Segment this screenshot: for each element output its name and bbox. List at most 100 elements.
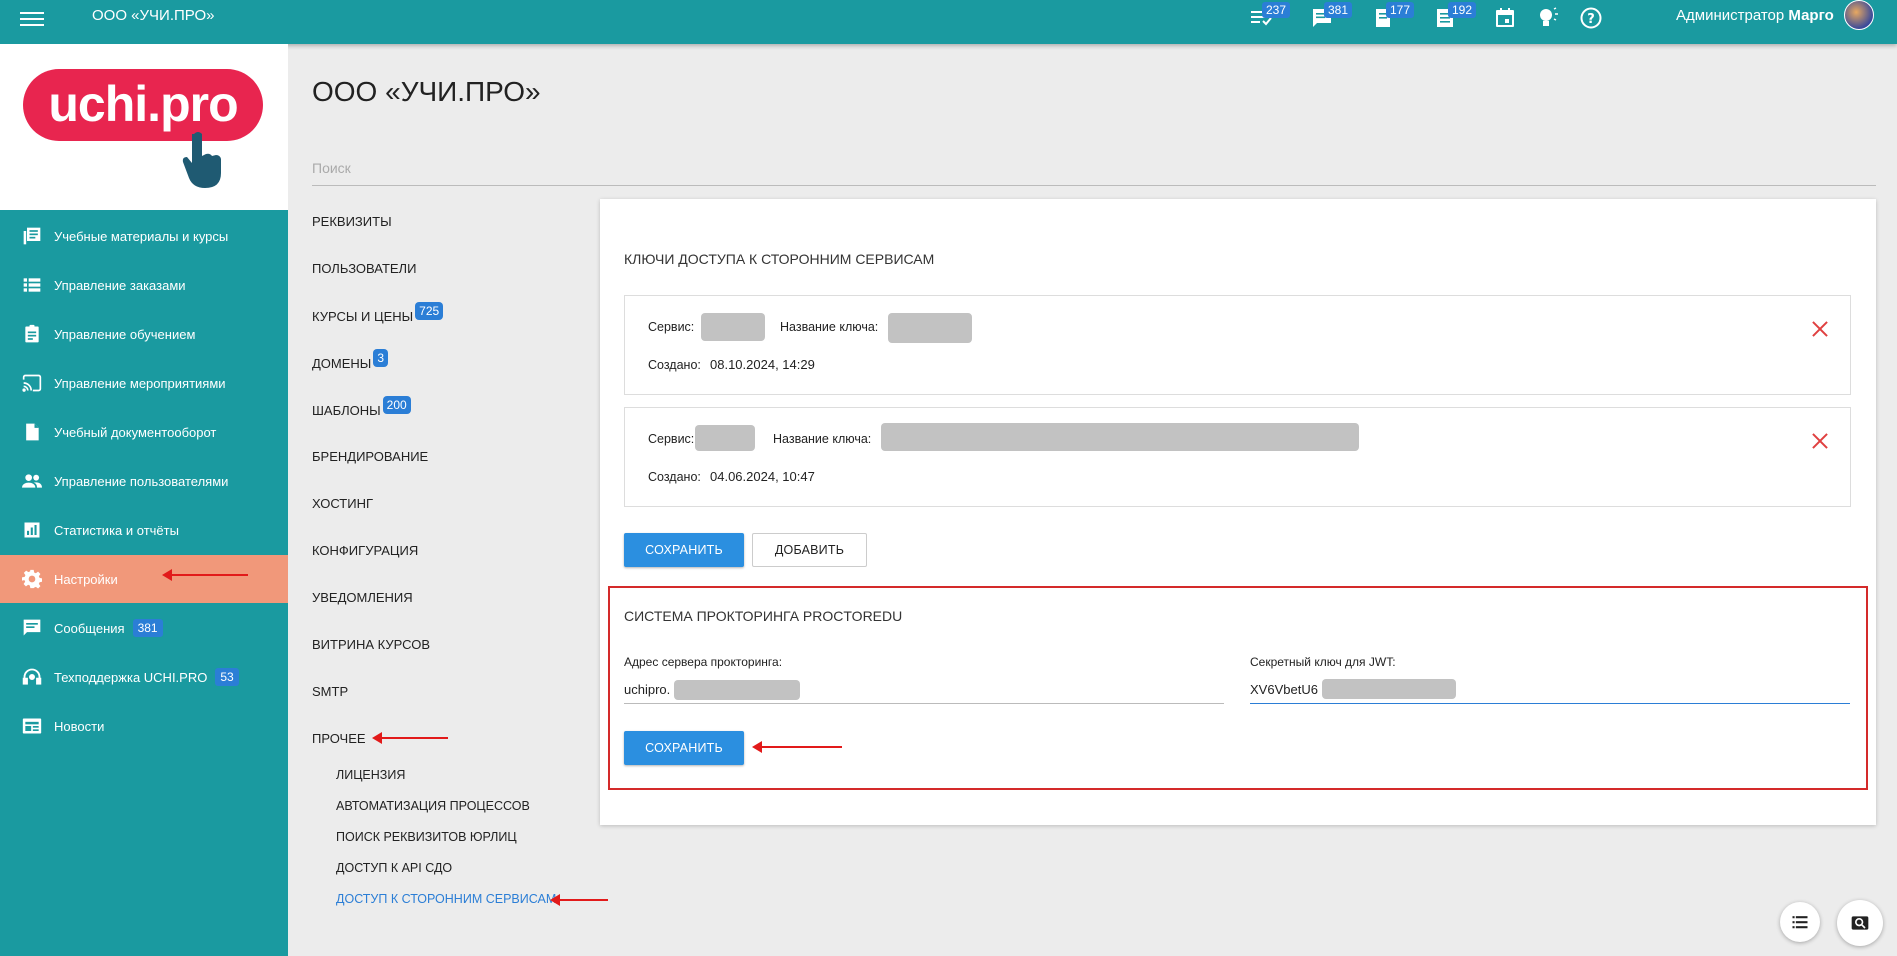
sidebar-item-label: Управление пользователями	[54, 473, 229, 489]
redacted-key-name	[888, 313, 972, 343]
sidebar-item-events[interactable]: Управление мероприятиями	[0, 359, 288, 407]
tasks-badge: 237	[1262, 2, 1291, 18]
settings-submenu-company-search[interactable]: ПОИСК РЕКВИЗИТОВ ЮРЛИЦ	[336, 830, 517, 844]
sidebar-item-settings[interactable]: Настройки	[0, 555, 288, 603]
list-icon	[21, 274, 43, 296]
proctoring-section: СИСТЕМА ПРОКТОРИНГА PROCTOREDU Адрес сер…	[608, 586, 1868, 790]
jwt-secret-field[interactable]: XV6VbetU6	[1250, 678, 1850, 704]
page-title: ООО «УЧИ.ПРО»	[312, 76, 541, 107]
settings-menu-item-courses[interactable]: КУРСЫ И ЦЕНЫ 725	[312, 302, 444, 326]
sidebar-item-orders[interactable]: Управление заказами	[0, 261, 288, 309]
submenu-label: ДОСТУП К СТОРОННИМ СЕРВИСАМ	[336, 892, 557, 906]
sidebar-item-label: Управление обучением	[54, 326, 196, 342]
submenu-label: ПОИСК РЕКВИЗИТОВ ЮРЛИЦ	[336, 830, 517, 844]
settings-menu-item-branding[interactable]: БРЕНДИРОВАНИЕ	[312, 449, 428, 464]
menu-label: ПОЛЬЗОВАТЕЛИ	[312, 261, 417, 276]
delete-icon[interactable]	[1811, 432, 1829, 450]
pointer-hand-icon	[182, 132, 221, 188]
annotation-arrow	[162, 569, 248, 581]
people-icon	[21, 470, 43, 492]
settings-menu-item-domains[interactable]: ДОМЕНЫ 3	[312, 349, 388, 373]
sidebar-item-label: Новости	[54, 718, 105, 734]
search-icon	[1851, 916, 1869, 930]
settings-menu-item-hosting[interactable]: ХОСТИНГ	[312, 496, 373, 511]
search-field[interactable]	[312, 160, 1876, 186]
delete-icon[interactable]	[1811, 320, 1829, 338]
settings-menu-item-templates[interactable]: ШАБЛОНЫ 200	[312, 396, 411, 420]
settings-menu-item-notifications[interactable]: УВЕДОМЛЕНИЯ	[312, 590, 413, 605]
settings-submenu-api-access[interactable]: ДОСТУП К API СДО	[336, 861, 452, 875]
app-title: ООО «УЧИ.ПРО»	[92, 7, 215, 24]
settings-menu-item-smtp[interactable]: SMTP	[312, 684, 348, 699]
search-input[interactable]	[312, 160, 1876, 176]
settings-submenu-license[interactable]: ЛИЦЕНЗИЯ	[336, 768, 405, 782]
calendar-icon[interactable]	[1493, 6, 1517, 32]
sidebar-item-news[interactable]: Новости	[0, 702, 288, 750]
search-button[interactable]	[1837, 900, 1883, 946]
avatar[interactable]	[1844, 0, 1874, 30]
list-icon[interactable]: 192	[1434, 2, 1477, 32]
user-label[interactable]: Администратор Марго	[1676, 7, 1834, 24]
submenu-label: АВТОМАТИЗАЦИЯ ПРОЦЕССОВ	[336, 799, 530, 813]
logo-area[interactable]: uchi.pro	[0, 44, 288, 210]
menu-label: РЕКВИЗИТЫ	[312, 214, 392, 229]
user-name: Марго	[1788, 7, 1834, 24]
menu-label: УВЕДОМЛЕНИЯ	[312, 590, 413, 605]
settings-panel: КЛЮЧИ ДОСТУПА К СТОРОННИМ СЕРВИСАМ Серви…	[600, 199, 1876, 825]
menu-label: SMTP	[312, 684, 349, 699]
submenu-label: ДОСТУП К API СДО	[336, 861, 453, 875]
menu-label: БРЕНДИРОВАНИЕ	[312, 449, 429, 464]
save-keys-button[interactable]: СОХРАНИТЬ	[624, 533, 744, 567]
help-icon[interactable]: ?	[1579, 6, 1603, 32]
key-name-label: Название ключа:	[773, 432, 872, 446]
sidebar-item-documents[interactable]: Учебный документооборот	[0, 408, 288, 456]
save-proctoring-button[interactable]: СОХРАНИТЬ	[624, 731, 744, 765]
settings-menu-item-showcase[interactable]: ВИТРИНА КУРСОВ	[312, 637, 430, 652]
settings-menu-item-requisites[interactable]: РЕКВИЗИТЫ	[312, 214, 392, 229]
server-address-field[interactable]: uchipro.	[624, 678, 1224, 704]
sidebar-item-support[interactable]: Техподдержка UCHI.PRO 53	[0, 653, 288, 701]
sidebar-item-materials[interactable]: Учебные материалы и курсы	[0, 212, 288, 260]
add-key-button[interactable]: ДОБАВИТЬ	[752, 533, 867, 567]
tasks-icon[interactable]: 237	[1248, 2, 1291, 32]
settings-submenu-automation[interactable]: АВТОМАТИЗАЦИЯ ПРОЦЕССОВ	[336, 799, 530, 813]
lightbulb-icon[interactable]	[1535, 6, 1559, 32]
annotation-arrow	[372, 732, 448, 744]
svg-text:?: ?	[1587, 12, 1595, 27]
messages-count-badge: 381	[132, 619, 163, 637]
list-icon	[1792, 916, 1808, 929]
user-role: Администратор	[1676, 7, 1785, 24]
settings-menu-item-other[interactable]: ПРОЧЕЕ	[312, 731, 366, 746]
submenu-label: ЛИЦЕНЗИЯ	[336, 768, 406, 782]
documents-icon[interactable]: 177	[1372, 2, 1415, 32]
messages-icon[interactable]: 381	[1310, 2, 1353, 32]
menu-icon[interactable]	[20, 8, 44, 26]
server-address-value: uchipro.	[624, 682, 671, 697]
key-name-label: Название ключа:	[780, 320, 879, 334]
gear-icon	[21, 568, 43, 590]
sidebar-item-users[interactable]: Управление пользователями	[0, 457, 288, 505]
settings-menu-item-configuration[interactable]: КОНФИГУРАЦИЯ	[312, 543, 418, 558]
sidebar-item-label: Техподдержка UCHI.PRO	[54, 669, 208, 685]
domains-count-badge: 3	[373, 349, 388, 367]
list-view-button[interactable]	[1780, 902, 1820, 942]
sidebar-item-label: Настройки	[54, 571, 118, 587]
access-key-card: Сервис: Название ключа: Создано: 08.10.2…	[624, 295, 1851, 395]
messages-badge: 381	[1324, 2, 1353, 18]
redacted-jwt-secret	[1322, 679, 1456, 699]
sidebar-item-messages[interactable]: Сообщения 381	[0, 604, 288, 652]
settings-menu-item-users[interactable]: ПОЛЬЗОВАТЕЛИ	[312, 261, 416, 276]
menu-label: ХОСТИНГ	[312, 496, 374, 511]
sidebar-item-label: Управление заказами	[54, 277, 186, 293]
news-icon	[21, 715, 43, 737]
settings-submenu-third-party-access[interactable]: ДОСТУП К СТОРОННИМ СЕРВИСАМ	[336, 892, 556, 906]
chart-icon	[21, 519, 43, 541]
sidebar-item-learning[interactable]: Управление обучением	[0, 310, 288, 358]
sidebar-item-label: Сообщения	[54, 620, 125, 636]
sidebar-item-stats[interactable]: Статистика и отчёты	[0, 506, 288, 554]
logo: uchi.pro	[23, 69, 263, 141]
menu-label: КУРСЫ И ЦЕНЫ	[312, 309, 414, 324]
top-bar: ООО «УЧИ.ПРО» 237 381 177 192 ? Админист…	[0, 0, 1897, 44]
cast-icon	[21, 372, 43, 394]
list-badge: 192	[1448, 2, 1477, 18]
